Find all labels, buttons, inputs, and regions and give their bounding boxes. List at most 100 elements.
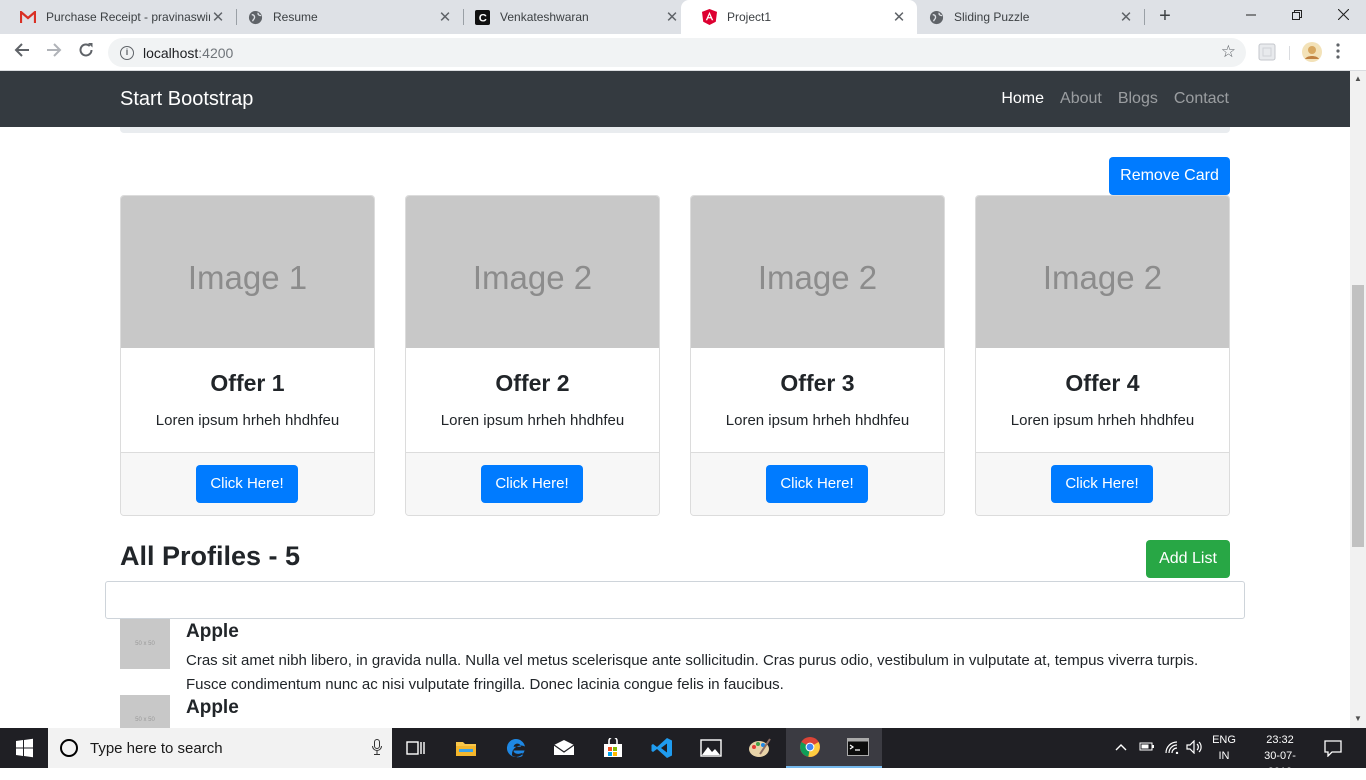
card-title: Offer 1: [210, 370, 285, 396]
close-icon[interactable]: ✕: [437, 8, 453, 26]
back-button[interactable]: [10, 40, 34, 64]
navbar-links: Home About Blogs Contact: [1001, 90, 1229, 108]
taskbar-search[interactable]: Type here to search: [48, 728, 392, 768]
list-input-field[interactable]: [105, 581, 1245, 619]
profile-avatar[interactable]: [1302, 42, 1322, 62]
reload-button[interactable]: [74, 40, 98, 64]
card-footer: Click Here!: [121, 452, 374, 515]
profile-thumbnail: 50 x 50: [120, 695, 170, 728]
tab-title: Sliding Puzzle: [954, 10, 1030, 24]
page-viewport: Start Bootstrap Home About Blogs Contact…: [0, 71, 1350, 728]
nav-link-blogs[interactable]: Blogs: [1118, 90, 1158, 108]
restore-icon: [1292, 10, 1302, 20]
offer-card: Image 2 Offer 4 Loren ipsum hrheh hhdhfe…: [975, 195, 1230, 516]
url-port: :4200: [198, 44, 234, 61]
page-scrollbar[interactable]: ▲ ▼: [1350, 71, 1366, 728]
card-footer: Click Here!: [691, 452, 944, 515]
card-footer: Click Here!: [406, 452, 659, 515]
offer-card: Image 1 Offer 1 Loren ipsum hrheh hhdhfe…: [120, 195, 375, 516]
card-text: Loren ipsum hrheh hhdhfeu: [155, 412, 340, 429]
browser-toolbar: i localhost:4200 ☆: [0, 34, 1366, 71]
browser-menu-icon[interactable]: [1336, 43, 1342, 61]
task-view-icon[interactable]: [392, 728, 440, 768]
tab-resume[interactable]: Resume ✕: [227, 0, 463, 34]
close-icon[interactable]: ✕: [664, 8, 680, 26]
wifi-icon[interactable]: [1164, 740, 1180, 757]
nav-link-home[interactable]: Home: [1001, 90, 1044, 108]
file-explorer-icon[interactable]: [442, 728, 490, 768]
region-code: IN: [1218, 750, 1230, 762]
language-code: ENG: [1212, 734, 1236, 746]
tab-venkateshwaran[interactable]: C Venkateshwaran ✕: [454, 0, 690, 34]
nav-link-about[interactable]: About: [1060, 90, 1102, 108]
tab-sliding-puzzle[interactable]: Sliding Puzzle ✕: [908, 0, 1144, 34]
minimize-button[interactable]: [1228, 0, 1274, 32]
edge-browser-icon[interactable]: [492, 728, 540, 768]
close-icon[interactable]: ✕: [210, 8, 226, 26]
forward-arrow-icon: [47, 43, 62, 57]
store-icon[interactable]: [589, 728, 637, 768]
globe-icon: [247, 9, 263, 25]
card-text: Loren ipsum hrheh hhdhfeu: [1010, 412, 1195, 429]
tab-purchase-receipt[interactable]: Purchase Receipt - pravinaswin ✕: [0, 0, 236, 34]
chrome-icon[interactable]: [786, 728, 834, 768]
scroll-down-arrow-icon[interactable]: ▼: [1350, 714, 1366, 723]
scrollbar-thumb[interactable]: [1352, 285, 1364, 547]
card-text: Loren ipsum hrheh hhdhfeu: [725, 412, 910, 429]
browser-tab-strip: Purchase Receipt - pravinaswin ✕ Resume …: [0, 0, 1366, 34]
bookmark-star-icon[interactable]: ☆: [1221, 42, 1236, 62]
restore-button[interactable]: [1274, 0, 1320, 32]
forward-button[interactable]: [42, 40, 66, 64]
battery-icon[interactable]: [1139, 740, 1155, 755]
paint-icon[interactable]: [736, 728, 784, 768]
click-here-button[interactable]: Click Here!: [1051, 465, 1153, 503]
card-title: Offer 3: [780, 370, 855, 396]
card-title: Offer 2: [495, 370, 570, 396]
system-clock[interactable]: 23:32 30-07-2019: [1252, 732, 1308, 780]
volume-icon[interactable]: [1186, 739, 1204, 757]
terminal-icon[interactable]: [834, 728, 882, 768]
click-here-button[interactable]: Click Here!: [766, 465, 868, 503]
new-tab-button[interactable]: +: [1154, 5, 1176, 27]
profile-title: Apple: [186, 621, 239, 642]
card-footer: Click Here!: [976, 452, 1229, 515]
angular-icon: [701, 9, 717, 25]
tab-title: Purchase Receipt - pravinaswin: [46, 10, 210, 24]
show-hidden-icons-chevron-icon[interactable]: [1115, 740, 1127, 754]
tab-divider: [1144, 9, 1145, 25]
click-here-button[interactable]: Click Here!: [196, 465, 298, 503]
add-list-button[interactable]: Add List: [1146, 540, 1230, 578]
close-icon[interactable]: ✕: [891, 8, 907, 26]
notification-center-icon[interactable]: [1324, 739, 1342, 760]
info-icon[interactable]: i: [120, 45, 134, 60]
navbar-brand[interactable]: Start Bootstrap: [120, 88, 253, 111]
clock-time: 23:32: [1266, 734, 1294, 746]
card-image-placeholder: Image 2: [691, 196, 944, 348]
nav-link-contact[interactable]: Contact: [1174, 90, 1229, 108]
mail-icon[interactable]: [540, 728, 588, 768]
back-arrow-icon: [14, 43, 29, 57]
photos-icon[interactable]: [687, 728, 735, 768]
extension-icon[interactable]: [1258, 43, 1276, 61]
close-icon[interactable]: ✕: [1118, 8, 1134, 26]
input-language-indicator[interactable]: ENG IN: [1208, 732, 1240, 764]
card-image-placeholder: Image 1: [121, 196, 374, 348]
remove-card-button[interactable]: Remove Card: [1109, 157, 1230, 195]
card-title: Offer 4: [1065, 370, 1140, 396]
close-window-icon: [1337, 8, 1349, 21]
tab-project1[interactable]: Project1 ✕: [681, 0, 917, 34]
scroll-up-arrow-icon[interactable]: ▲: [1350, 74, 1366, 83]
profile-title: Apple: [186, 697, 239, 718]
address-bar[interactable]: i localhost:4200 ☆: [108, 38, 1246, 67]
start-button[interactable]: [0, 728, 48, 768]
globe-icon: [928, 9, 944, 25]
microphone-icon[interactable]: [362, 738, 392, 758]
close-window-button[interactable]: [1320, 0, 1366, 32]
reload-icon: [79, 43, 93, 57]
vscode-icon[interactable]: [638, 728, 686, 768]
gmail-icon: [20, 9, 36, 25]
click-here-button[interactable]: Click Here!: [481, 465, 583, 503]
tab-title: Venkateshwaran: [500, 10, 589, 24]
profile-thumbnail: 50 x 50: [120, 619, 170, 669]
site-navbar: Start Bootstrap Home About Blogs Contact: [0, 71, 1350, 127]
